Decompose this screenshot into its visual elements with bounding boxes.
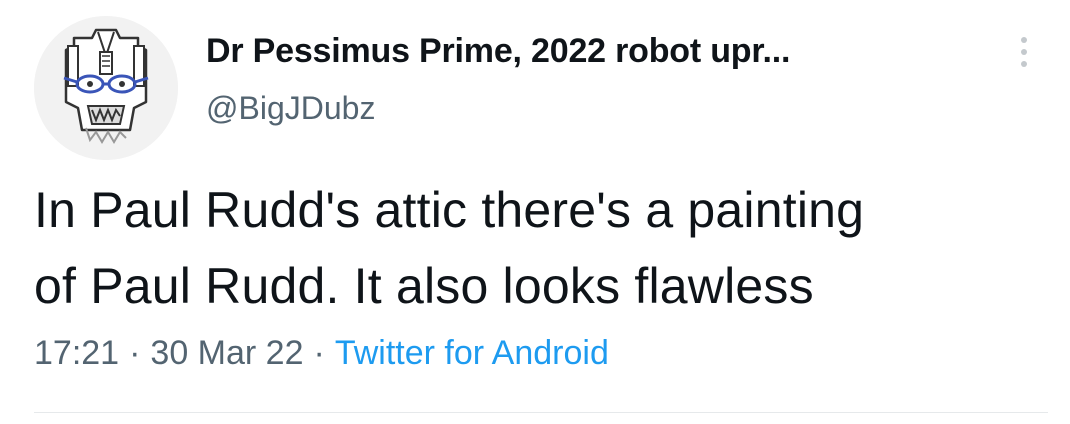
tweet-text-line: of Paul Rudd. It also looks flawless <box>34 258 814 314</box>
more-vertical-icon <box>1021 37 1027 43</box>
tweet-card: Dr Pessimus Prime, 2022 robot upr... @Bi… <box>0 0 1070 424</box>
author-handle[interactable]: @BigJDubz <box>206 90 375 127</box>
separator: · <box>129 334 141 372</box>
tweet-date[interactable]: 30 Mar 22 <box>150 334 303 372</box>
tweet-text: In Paul Rudd's attic there's a painting … <box>34 172 1044 324</box>
robot-head-icon <box>34 16 178 160</box>
more-options-button[interactable] <box>1006 30 1042 74</box>
tweet-time[interactable]: 17:21 <box>34 334 119 372</box>
tweet-source-link[interactable]: Twitter for Android <box>335 334 609 372</box>
avatar[interactable] <box>34 16 178 160</box>
tweet-text-line: In Paul Rudd's attic there's a painting <box>34 182 865 238</box>
author-display-name[interactable]: Dr Pessimus Prime, 2022 robot upr... <box>206 32 790 71</box>
tweet-metadata: 17:21 · 30 Mar 22 · Twitter for Android <box>34 334 609 373</box>
separator: · <box>313 334 325 372</box>
divider <box>34 412 1048 413</box>
